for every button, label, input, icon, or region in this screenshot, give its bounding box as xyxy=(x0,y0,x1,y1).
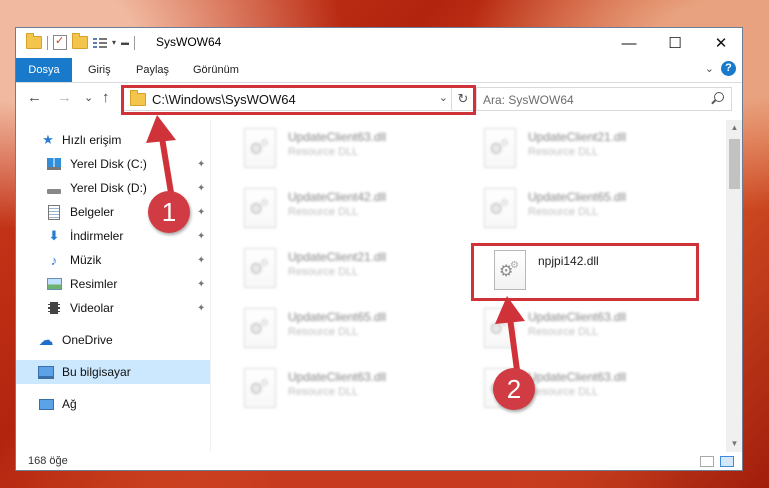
arrow-2-shaft xyxy=(507,315,520,373)
step-1-badge: 1 xyxy=(148,191,190,233)
annotation-arrows xyxy=(146,115,525,373)
arrow-1-head xyxy=(146,115,176,143)
step-2-badge: 2 xyxy=(493,368,535,410)
arrow-2-head xyxy=(495,296,525,324)
